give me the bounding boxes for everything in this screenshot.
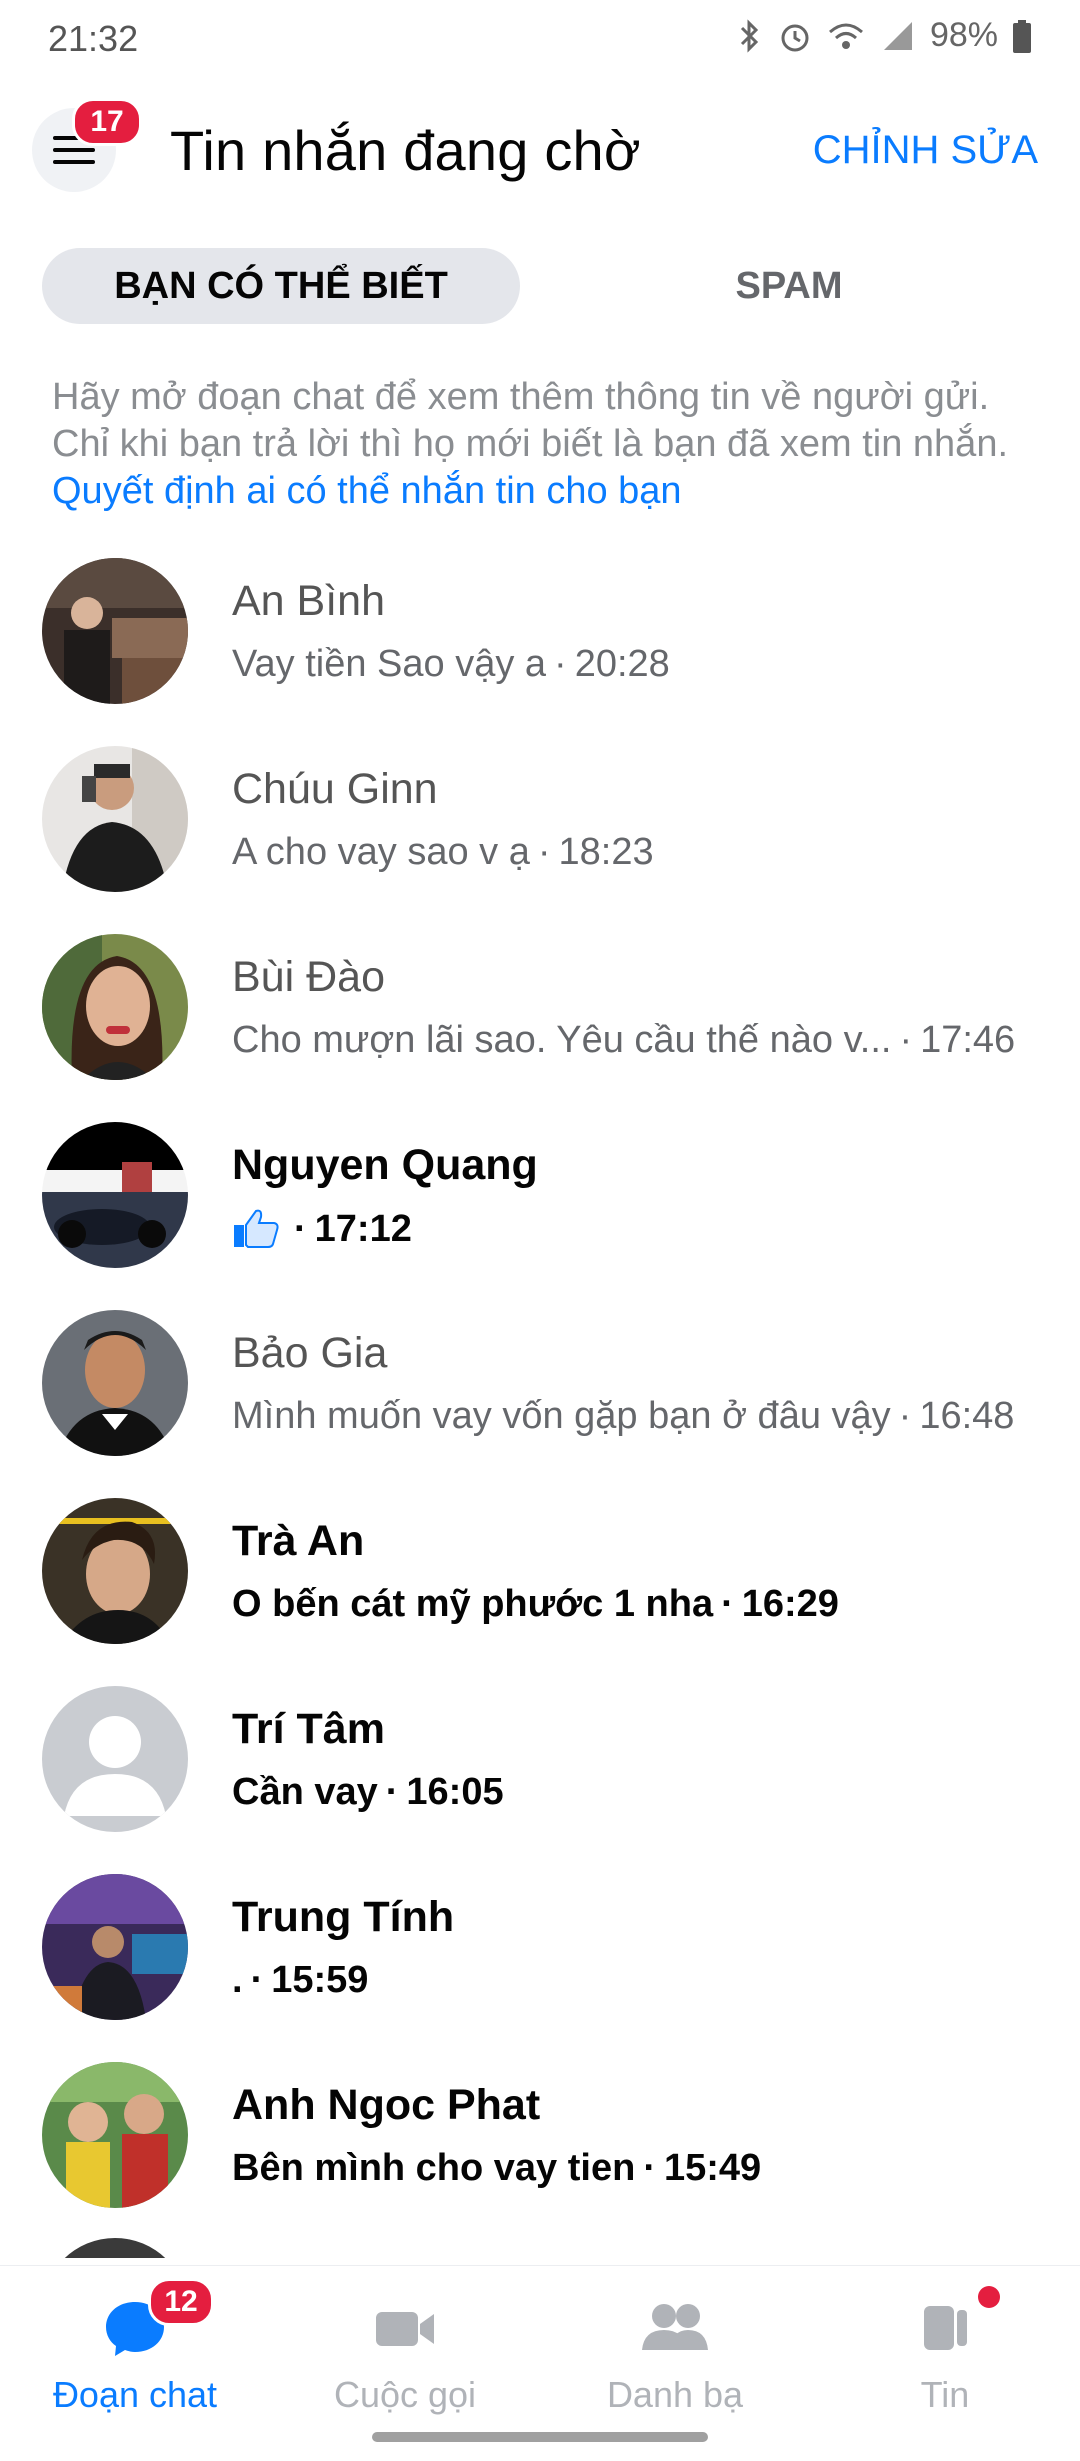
partial-avatar [42,2238,188,2258]
video-camera-icon [370,2298,440,2358]
separator-dot: · [898,1395,912,1437]
message-preview: Mình muốn vay vốn gặp bạn ở đâu vậy · 16:4… [232,1395,1014,1438]
avatar [42,1310,188,1456]
separator-dot: · [721,1583,734,1625]
home-indicator[interactable] [372,2432,708,2442]
info-text: Hãy mở đoạn chat để xem thêm thông tin v… [52,374,1042,515]
avatar [42,1874,188,2020]
conversation-row[interactable]: Anh Ngoc Phat Bên mình cho vay tien · 15:4… [0,2059,1080,2247]
conversation-list: An Bình Vay tiền Sao vậy a · 20:28 Chúu Gi… [0,555,1080,2247]
message-settings-link[interactable]: Quyết định ai có thể nhắn tin cho bạn [52,470,682,512]
contact-name: Trà An [232,1517,365,1565]
message-time: 20:28 [574,643,670,685]
nav-chats[interactable]: 12 Đoạn chat [0,2266,270,2436]
battery-percent: 98% [929,16,998,54]
message-preview: Cho mượn lãi sao. Yêu cầu thế nào v... · 1… [232,1019,1015,1062]
avatar [42,1498,188,1644]
contact-name: Trung Tính [232,1893,455,1941]
message-time: 16:29 [741,1583,839,1625]
nav-stories-label: Tin [920,2374,970,2415]
message-preview: . · 15:59 [232,1959,368,2002]
message-preview: Bên mình cho vay tien · 15:49 [232,2147,761,2190]
contact-name: Anh Ngoc Phat [232,2081,541,2129]
separator-dot: · [537,831,551,873]
signal-icon [880,18,916,54]
conversation-row[interactable]: Chúu Ginn A cho vay sao v ạ · 18:23 [0,743,1080,931]
preview-text: Cho mượn lãi sao. Yêu cầu thế nào v... [232,1019,892,1061]
separator-dot: · [294,1208,307,1250]
nav-people-label: Danh bạ [606,2374,744,2415]
bluetooth-icon [734,18,764,54]
tab-spam[interactable]: SPAM [540,248,1038,324]
separator-dot: · [250,1959,264,2001]
contact-name: Chúu Ginn [232,765,438,813]
preview-text: Bên mình cho vay tien [232,2147,636,2189]
message-time: 15:59 [271,1959,369,2001]
nav-people[interactable]: Danh bạ [540,2266,810,2436]
people-icon [640,2298,710,2358]
filter-tabs: BẠN CÓ THỂ BIẾT SPAM [42,248,1038,324]
wifi-icon [826,18,866,54]
conversation-row[interactable]: Trung Tính . · 15:59 [0,1871,1080,2059]
avatar [42,934,188,1080]
preview-text: A cho vay sao v ạ [232,831,530,873]
avatar-default [42,1686,188,1832]
conversation-row[interactable]: Trà An O bến cát mỹ phước 1 nha · 16:29 [0,1495,1080,1683]
contact-name: An Bình [232,577,385,625]
conversation-row[interactable]: Trí Tâm Cần vay · 16:05 [0,1683,1080,1871]
page-title: Tin nhắn đang chờ [170,119,641,182]
preview-text: Cần vay [232,1771,378,1813]
avatar [42,2062,188,2208]
message-time: 18:23 [558,831,654,873]
conversation-row[interactable]: Bùi Đào Cho mượn lãi sao. Yêu cầu thế nà… [0,931,1080,1119]
separator-dot: · [899,1019,913,1061]
contact-name: Bùi Đào [232,953,385,1001]
status-time: 21:32 [48,18,139,59]
separator-dot: · [385,1771,399,1813]
message-preview: O bến cát mỹ phước 1 nha · 16:29 [232,1583,839,1626]
contact-name: Bảo Gia [232,1329,388,1377]
conversation-row[interactable]: An Bình Vay tiền Sao vậy a · 20:28 [0,555,1080,743]
message-preview: · 17:12 [232,1207,412,1259]
status-bar: 21:32 98% [0,0,1080,80]
alarm-icon [778,18,812,54]
preview-text: Mình muốn vay vốn gặp bạn ở đâu vậy [232,1395,891,1437]
message-preview: A cho vay sao v ạ · 18:23 [232,831,654,874]
conversation-row[interactable]: Bảo Gia Mình muốn vay vốn gặp bạn ở đâu … [0,1307,1080,1495]
message-time: 17:12 [314,1208,412,1250]
nav-calls[interactable]: Cuộc gọi [270,2266,540,2436]
separator-dot: · [643,2147,656,2189]
preview-text: Vay tiền Sao vậy a [232,643,547,685]
message-time: 16:48 [919,1395,1015,1437]
stories-notification-dot [978,2286,1000,2308]
nav-stories[interactable]: Tin [810,2266,1080,2436]
message-preview: Cần vay · 16:05 [232,1771,504,1814]
message-time: 15:49 [663,2147,762,2189]
preview-text: . [232,1959,243,2001]
contact-name: Nguyen Quang [232,1141,538,1189]
nav-calls-label: Cuộc gọi [333,2374,477,2415]
status-icons: 98% [734,16,1032,55]
nav-chats-label: Đoạn chat [52,2374,218,2415]
thumbs-up-icon [232,1207,280,1259]
edit-button[interactable]: CHỈNH SỬA [813,128,1038,173]
header: 17 Tin nhắn đang chờ CHỈNH SỬA [0,90,1080,210]
conversation-row[interactable]: Nguyen Quang · 17:12 [0,1119,1080,1307]
info-description: Hãy mở đoạn chat để xem thêm thông tin v… [52,376,1009,465]
avatar [42,558,188,704]
message-preview: Vay tiền Sao vậy a · 20:28 [232,643,670,686]
contact-name: Trí Tâm [232,1705,385,1753]
message-time: 17:46 [920,1019,1016,1061]
preview-text: O bến cát mỹ phước 1 nha [232,1583,714,1625]
menu-notification-badge: 17 [72,98,142,146]
avatar [42,1122,188,1268]
stories-icon [910,2298,980,2358]
message-time: 16:05 [406,1771,504,1813]
chats-badge: 12 [148,2278,214,2326]
separator-dot: · [554,643,567,685]
battery-icon [1012,18,1032,54]
avatar [42,746,188,892]
tab-you-may-know[interactable]: BẠN CÓ THỂ BIẾT [42,248,520,324]
